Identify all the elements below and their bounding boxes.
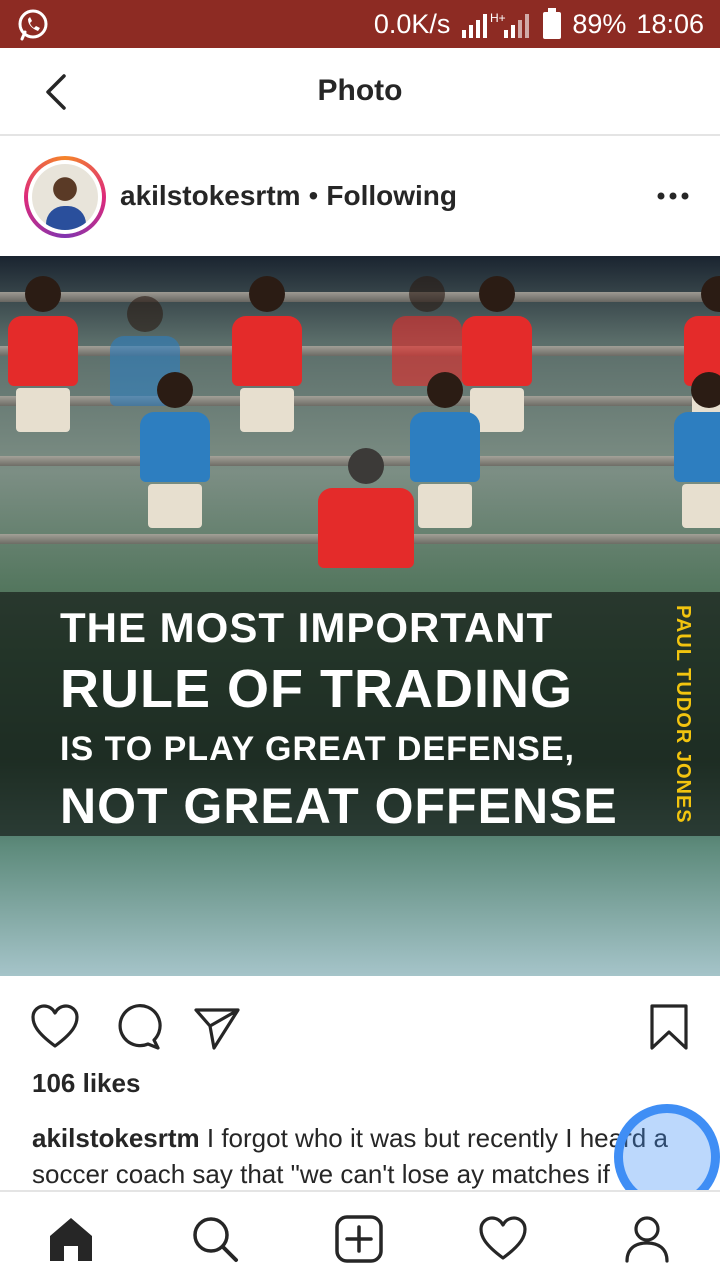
quote-line-3: IS TO PLAY GREAT DEFENSE, [60,730,575,768]
post-header: akilstokesrtm • Following [0,138,720,256]
foosball-rod [0,346,720,356]
send-icon[interactable] [192,1002,242,1052]
activity-heart-icon[interactable] [478,1214,528,1264]
avatar-image [32,164,98,230]
foosball-figure [140,372,210,528]
profile-icon[interactable] [622,1214,672,1264]
quote-line-1: THE MOST IMPORTANT [60,604,554,651]
svg-text:H+: H+ [490,11,506,25]
foosball-figure [674,372,720,528]
avatar[interactable] [24,156,106,238]
foosball-figure [8,276,78,432]
signal-icon: H+ [462,11,530,38]
more-icon[interactable] [656,184,690,208]
page-title: Photo [317,74,403,107]
post-caption[interactable]: akilstokesrtm I forgot who it was but re… [32,1120,702,1192]
battery-level: 89% [572,8,627,39]
status-bar: 0.0K/s H+ 89% 18:06 [0,0,720,48]
search-icon[interactable] [190,1214,240,1264]
likes-count[interactable]: 106 likes [32,1068,140,1099]
foosball-figure [232,276,302,432]
quote-line-4: NOT GREAT OFFENSE [60,778,618,834]
bottom-nav [0,1190,720,1280]
whatsapp-icon [18,9,48,41]
heart-icon[interactable] [30,1002,80,1052]
foosball-rod [0,292,720,302]
top-app-bar: Photo [0,48,720,136]
post-user-line: akilstokesrtm • Following [120,180,457,212]
foosball-rod [0,396,720,406]
post-photo[interactable]: THE MOST IMPORTANT RULE OF TRADING IS TO… [0,256,720,976]
quote-text: THE MOST IMPORTANT RULE OF TRADING IS TO… [60,600,640,836]
foosball-figure [410,372,480,528]
separator-dot: • [308,180,319,211]
following-status[interactable]: Following [326,180,457,212]
home-icon[interactable] [46,1214,96,1264]
quote-author: PAUL TUDOR JONES [672,604,694,824]
bookmark-icon[interactable] [644,1002,694,1052]
caption-username[interactable]: akilstokesrtm [32,1123,200,1153]
foosball-figure [318,448,414,568]
post-username[interactable]: akilstokesrtm [120,180,301,212]
clock: 18:06 [636,8,704,39]
comment-icon[interactable] [112,1002,162,1052]
post-actions [0,976,720,1068]
add-icon[interactable] [334,1214,384,1264]
battery-icon [543,8,562,39]
foosball-figure [392,276,462,386]
quote-line-2: RULE OF TRADING [60,659,573,719]
network-speed: 0.0K/s [373,8,451,39]
